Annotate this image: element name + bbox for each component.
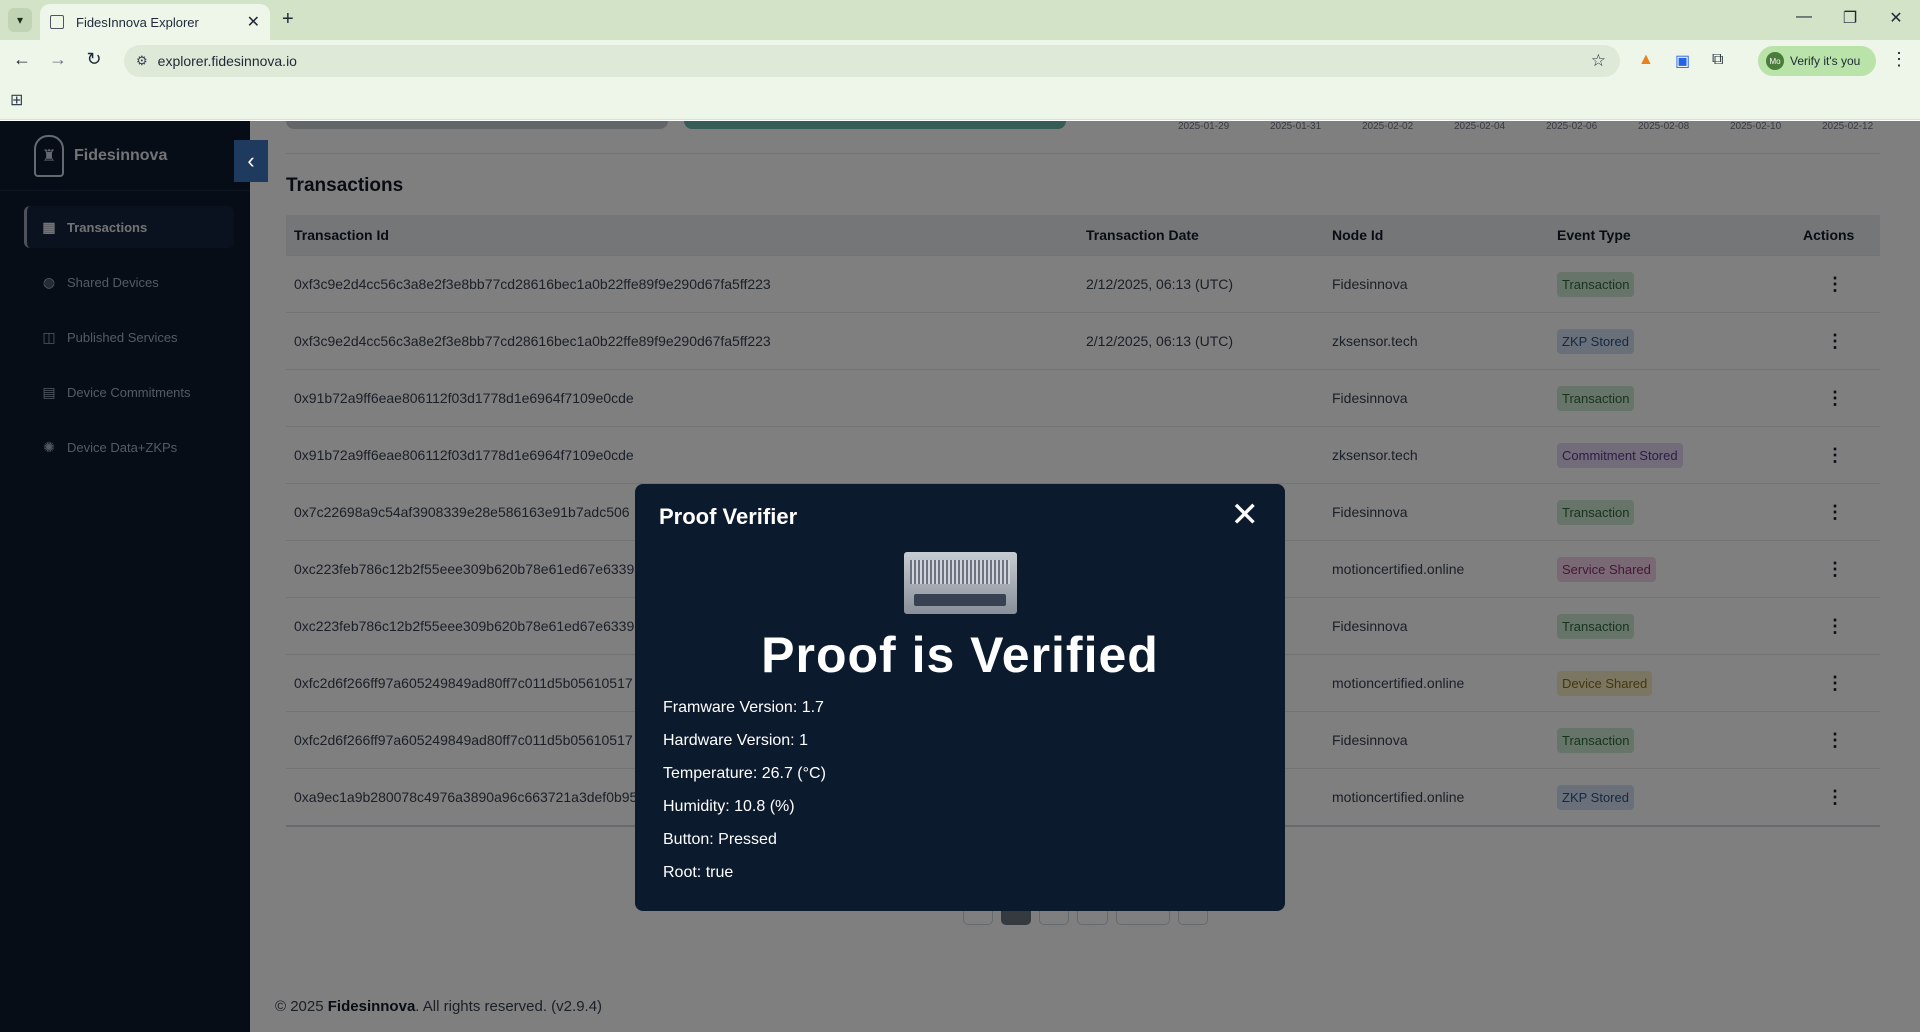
property-button: Button: Pressed	[663, 831, 777, 848]
extensions-puzzle-icon[interactable]: ⧉	[1712, 51, 1723, 69]
back-icon[interactable]: ←	[10, 49, 34, 70]
browser-toolbar: ← → ↻ ⚙ explorer.fidesinnova.io ☆ ▲ ▣ ⧉ …	[0, 40, 1920, 82]
property-firmware: Framware Version: 1.7	[663, 699, 824, 716]
page-favicon-icon	[50, 15, 64, 29]
browser-menu-icon[interactable]: ⋮	[1890, 49, 1908, 70]
new-tab-icon[interactable]: +	[282, 8, 294, 31]
device-properties: Framware Version: 1.7 Hardware Version: …	[663, 699, 826, 897]
device-vent	[910, 560, 1010, 584]
property-humidity: Humidity: 10.8 (%)	[663, 798, 795, 815]
tab-close-icon[interactable]: ✕	[247, 12, 260, 32]
profile-label: Verify it's you	[1790, 54, 1861, 68]
app: ♜ Fidesinnova ▦ Transactions ◍ Shared De…	[0, 121, 1920, 1032]
tab-title: FidesInnova Explorer	[76, 14, 199, 30]
profile-button[interactable]: Mo Verify it's you	[1758, 46, 1876, 76]
device-image	[904, 552, 1017, 614]
property-temperature: Temperature: 26.7 (°C)	[663, 765, 826, 782]
close-icon[interactable]: ✕	[1231, 498, 1260, 532]
property-root: Root: true	[663, 864, 734, 881]
restore-icon[interactable]: ❐	[1840, 8, 1860, 28]
property-hardware: Hardware Version: 1	[663, 732, 808, 749]
url-text: explorer.fidesinnova.io	[157, 53, 297, 69]
collapse-sidebar-button[interactable]: ‹	[234, 140, 268, 182]
forward-icon[interactable]: →	[46, 49, 70, 70]
metamask-extension-icon[interactable]: ▲	[1638, 51, 1654, 69]
avatar: Mo	[1766, 52, 1784, 70]
address-bar[interactable]: ⚙ explorer.fidesinnova.io ☆	[124, 45, 1620, 77]
tab-search-icon[interactable]: ▾	[8, 8, 32, 32]
proof-verifier-modal: Proof Verifier ✕ Proof is Verified Framw…	[635, 484, 1285, 911]
browser-tab-bar: ▾ FidesInnova Explorer ✕ + — ❐ ✕	[0, 0, 1920, 40]
site-info-icon[interactable]: ⚙	[136, 53, 148, 69]
apps-grid-icon[interactable]: ⊞	[10, 90, 23, 110]
minimize-icon[interactable]: —	[1794, 8, 1814, 26]
window-close-icon[interactable]: ✕	[1886, 8, 1906, 28]
extension-icon[interactable]: ▣	[1675, 51, 1690, 71]
bookmarks-bar: ⊞	[0, 82, 1920, 120]
bookmark-star-icon[interactable]: ☆	[1591, 51, 1606, 71]
reload-icon[interactable]: ↻	[82, 49, 106, 70]
modal-title: Proof Verifier	[659, 504, 798, 529]
verification-status: Proof is Verified	[761, 627, 1159, 683]
device-ports	[914, 594, 1006, 606]
browser-tab[interactable]: FidesInnova Explorer ✕	[40, 4, 270, 40]
